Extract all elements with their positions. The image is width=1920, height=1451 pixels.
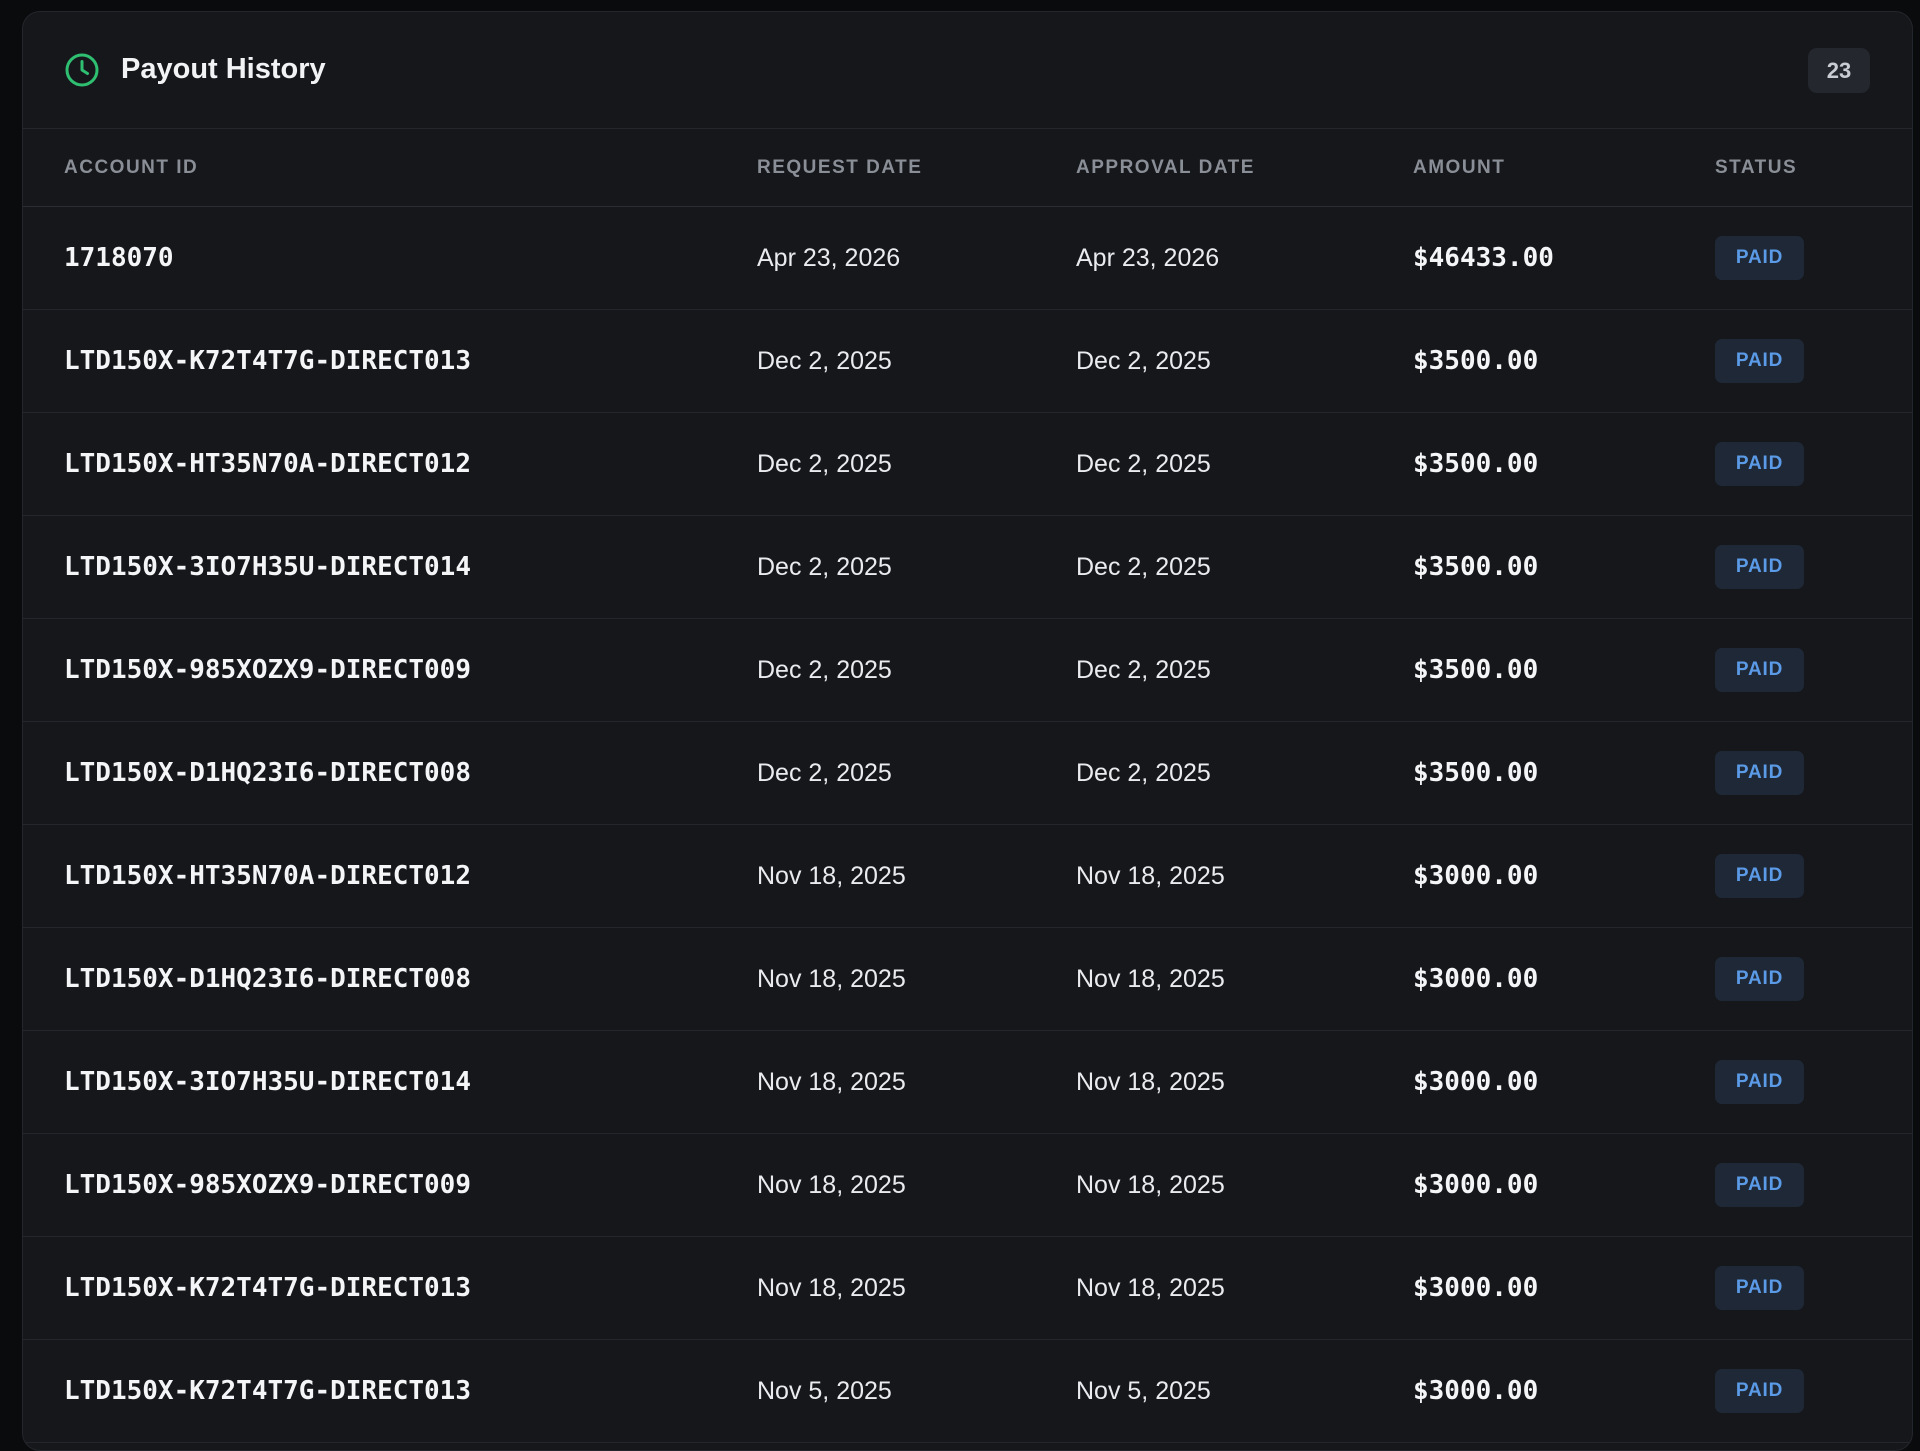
account-id-cell: 1718070 [64, 243, 174, 273]
status-badge: PAID [1715, 442, 1804, 486]
amount-cell: $3000.00 [1413, 1273, 1539, 1303]
column-header-amount[interactable]: AMOUNT [1413, 156, 1505, 180]
table-body: 1718070 Apr 23, 2026 Apr 23, 2026 $46433.00… [23, 207, 1912, 1443]
amount-cell: $3000.00 [1413, 1067, 1539, 1097]
approval-date-cell: Nov 18, 2025 [1076, 861, 1225, 890]
table-row[interactable]: LTD150X-985XOZX9-DIRECT009 Nov 18, 2025 No… [23, 1134, 1912, 1237]
table-row[interactable]: LTD150X-D1HQ23I6-DIRECT008 Nov 18, 2025 No… [23, 928, 1912, 1031]
approval-date-cell: Dec 2, 2025 [1076, 758, 1211, 787]
request-date-cell: Dec 2, 2025 [757, 758, 892, 787]
approval-date-cell: Nov 18, 2025 [1076, 1067, 1225, 1096]
status-badge: PAID [1715, 957, 1804, 1001]
account-id-cell: LTD150X-K72T4T7G-DIRECT013 [64, 346, 471, 376]
approval-date-cell: Dec 2, 2025 [1076, 655, 1211, 684]
approval-date-cell: Nov 18, 2025 [1076, 1273, 1225, 1302]
status-cell: PAID [1715, 928, 1804, 1030]
status-cell: PAID [1715, 1031, 1804, 1133]
approval-date-cell: Nov 18, 2025 [1076, 1170, 1225, 1199]
amount-cell: $3500.00 [1413, 655, 1539, 685]
status-cell: PAID [1715, 207, 1804, 309]
approval-date-cell: Nov 5, 2025 [1076, 1376, 1211, 1405]
column-header-status[interactable]: STATUS [1715, 156, 1797, 180]
table-row[interactable]: LTD150X-3IO7H35U-DIRECT014 Dec 2, 2025 Dec… [23, 516, 1912, 619]
clock-icon [65, 53, 99, 87]
panel-header: Payout History 23 [23, 12, 1912, 129]
status-badge: PAID [1715, 1266, 1804, 1310]
request-date-cell: Apr 23, 2026 [757, 243, 901, 272]
account-id-cell: LTD150X-HT35N70A-DIRECT012 [64, 449, 471, 479]
table-row[interactable]: 1718070 Apr 23, 2026 Apr 23, 2026 $46433.00… [23, 207, 1912, 310]
status-cell: PAID [1715, 516, 1804, 618]
account-id-cell: LTD150X-K72T4T7G-DIRECT013 [64, 1376, 471, 1406]
account-id-cell: LTD150X-K72T4T7G-DIRECT013 [64, 1273, 471, 1303]
status-cell: PAID [1715, 413, 1804, 515]
panel-title: Payout History [121, 53, 326, 85]
status-badge: PAID [1715, 1060, 1804, 1104]
status-cell: PAID [1715, 1340, 1804, 1442]
amount-cell: $3000.00 [1413, 861, 1539, 891]
status-cell: PAID [1715, 310, 1804, 412]
table-row[interactable]: LTD150X-K72T4T7G-DIRECT013 Dec 2, 2025 Dec… [23, 310, 1912, 413]
table-row[interactable]: LTD150X-K72T4T7G-DIRECT013 Nov 5, 2025 Nov… [23, 1340, 1912, 1443]
amount-cell: $46433.00 [1413, 243, 1554, 273]
approval-date-cell: Dec 2, 2025 [1076, 552, 1211, 581]
status-cell: PAID [1715, 1134, 1804, 1236]
status-badge: PAID [1715, 236, 1804, 280]
table-row[interactable]: LTD150X-K72T4T7G-DIRECT013 Nov 18, 2025 No… [23, 1237, 1912, 1340]
status-cell: PAID [1715, 1237, 1804, 1339]
amount-cell: $3000.00 [1413, 1376, 1539, 1406]
request-date-cell: Dec 2, 2025 [757, 449, 892, 478]
table-row[interactable]: LTD150X-985XOZX9-DIRECT009 Dec 2, 2025 Dec… [23, 619, 1912, 722]
amount-cell: $3500.00 [1413, 552, 1539, 582]
request-date-cell: Dec 2, 2025 [757, 655, 892, 684]
status-badge: PAID [1715, 339, 1804, 383]
request-date-cell: Dec 2, 2025 [757, 552, 892, 581]
request-date-cell: Dec 2, 2025 [757, 346, 892, 375]
column-header-approval-date[interactable]: APPROVAL DATE [1076, 156, 1255, 180]
account-id-cell: LTD150X-985XOZX9-DIRECT009 [64, 655, 471, 685]
status-badge: PAID [1715, 1163, 1804, 1207]
table-row[interactable]: LTD150X-HT35N70A-DIRECT012 Nov 18, 2025 No… [23, 825, 1912, 928]
status-badge: PAID [1715, 854, 1804, 898]
status-cell: PAID [1715, 825, 1804, 927]
column-header-request-date[interactable]: REQUEST DATE [757, 156, 922, 180]
request-date-cell: Nov 18, 2025 [757, 1273, 906, 1302]
account-id-cell: LTD150X-D1HQ23I6-DIRECT008 [64, 964, 471, 994]
request-date-cell: Nov 18, 2025 [757, 1067, 906, 1096]
account-id-cell: LTD150X-3IO7H35U-DIRECT014 [64, 552, 471, 582]
account-id-cell: LTD150X-3IO7H35U-DIRECT014 [64, 1067, 471, 1097]
status-badge: PAID [1715, 751, 1804, 795]
table-header: ACCOUNT ID REQUEST DATE APPROVAL DATE AM… [23, 129, 1912, 207]
request-date-cell: Nov 18, 2025 [757, 964, 906, 993]
request-date-cell: Nov 18, 2025 [757, 1170, 906, 1199]
payout-history-panel: Payout History 23 ACCOUNT ID REQUEST DAT… [22, 11, 1913, 1451]
amount-cell: $3500.00 [1413, 449, 1539, 479]
approval-date-cell: Dec 2, 2025 [1076, 449, 1211, 478]
request-date-cell: Nov 5, 2025 [757, 1376, 892, 1405]
amount-cell: $3500.00 [1413, 758, 1539, 788]
amount-cell: $3000.00 [1413, 1170, 1539, 1200]
request-date-cell: Nov 18, 2025 [757, 861, 906, 890]
approval-date-cell: Nov 18, 2025 [1076, 964, 1225, 993]
status-badge: PAID [1715, 1369, 1804, 1413]
account-id-cell: LTD150X-HT35N70A-DIRECT012 [64, 861, 471, 891]
amount-cell: $3500.00 [1413, 346, 1539, 376]
column-header-account-id[interactable]: ACCOUNT ID [64, 156, 198, 180]
table-row[interactable]: LTD150X-HT35N70A-DIRECT012 Dec 2, 2025 Dec… [23, 413, 1912, 516]
approval-date-cell: Dec 2, 2025 [1076, 346, 1211, 375]
account-id-cell: LTD150X-985XOZX9-DIRECT009 [64, 1170, 471, 1200]
table-row[interactable]: LTD150X-D1HQ23I6-DIRECT008 Dec 2, 2025 Dec… [23, 722, 1912, 825]
account-id-cell: LTD150X-D1HQ23I6-DIRECT008 [64, 758, 471, 788]
status-badge: PAID [1715, 545, 1804, 589]
status-cell: PAID [1715, 722, 1804, 824]
approval-date-cell: Apr 23, 2026 [1076, 243, 1220, 272]
status-badge: PAID [1715, 648, 1804, 692]
status-cell: PAID [1715, 619, 1804, 721]
table-row[interactable]: LTD150X-3IO7H35U-DIRECT014 Nov 18, 2025 No… [23, 1031, 1912, 1134]
count-badge: 23 [1808, 48, 1870, 93]
amount-cell: $3000.00 [1413, 964, 1539, 994]
